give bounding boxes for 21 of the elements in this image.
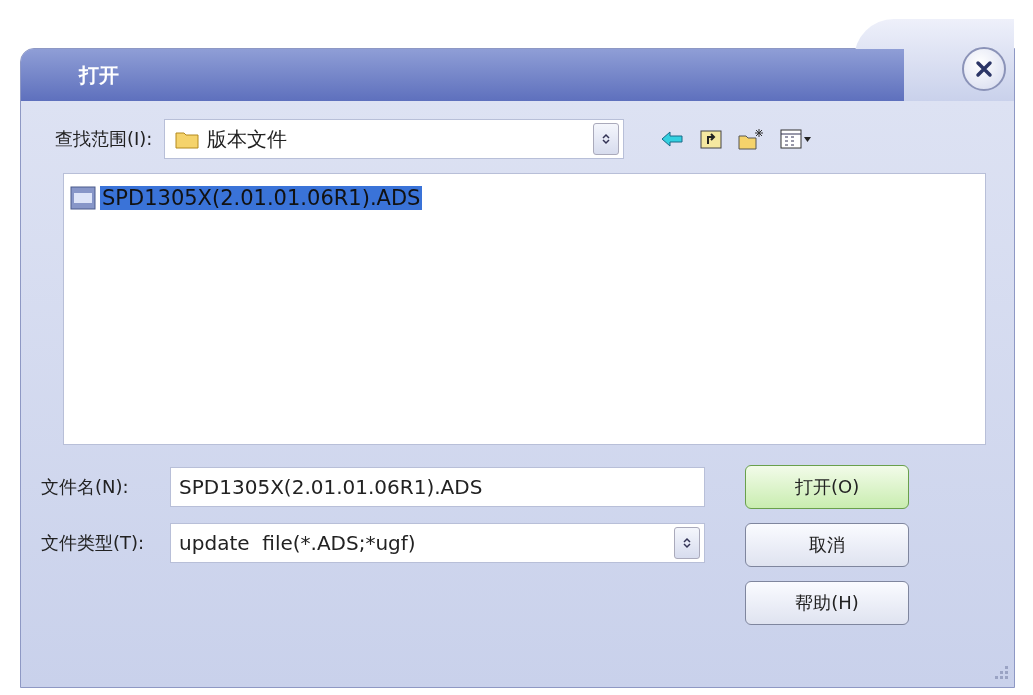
file-item[interactable]: SPD1305X(2.01.01.06R1).ADS bbox=[100, 186, 423, 210]
file-icon bbox=[70, 186, 96, 210]
window-title: 打开 bbox=[79, 61, 119, 89]
spinner-icon bbox=[682, 537, 693, 549]
dialog-button[interactable]: 帮助(H) bbox=[745, 581, 910, 625]
spinner-icon bbox=[601, 133, 612, 145]
up-folder-icon[interactable] bbox=[700, 129, 723, 149]
dialog-button[interactable]: 取消 bbox=[745, 523, 910, 567]
file-type-dropdown[interactable]: update file(*.ADS;*ugf) bbox=[170, 523, 706, 563]
file-name-label: 文件名(N): bbox=[41, 475, 130, 499]
new-folder-icon[interactable] bbox=[738, 128, 765, 150]
look-in-label: 查找范围(I): bbox=[55, 127, 153, 151]
dialog-button[interactable]: 打开(O) bbox=[745, 465, 910, 509]
look-in-dropdown[interactable]: 版本文件 bbox=[164, 119, 625, 159]
folder-icon bbox=[175, 129, 200, 149]
back-icon[interactable] bbox=[660, 129, 685, 149]
file-list[interactable]: SPD1305X(2.01.01.06R1).ADS bbox=[63, 173, 986, 445]
view-menu-icon[interactable] bbox=[780, 128, 813, 150]
file-name-field[interactable]: SPD1305X(2.01.01.06R1).ADS bbox=[170, 467, 706, 507]
close-icon bbox=[975, 60, 993, 78]
file-type-label: 文件类型(T): bbox=[41, 531, 145, 555]
